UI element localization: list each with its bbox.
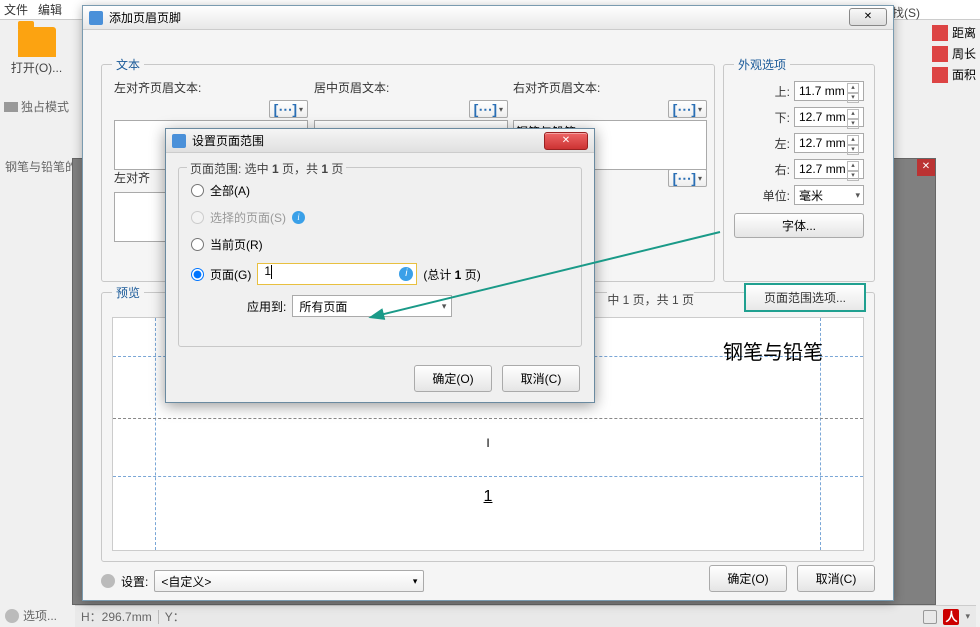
divider bbox=[113, 418, 863, 419]
margin-right-label: 右: bbox=[775, 161, 790, 178]
tool-label: 面积 bbox=[952, 66, 976, 83]
perimeter-icon bbox=[932, 46, 948, 62]
gb-preview-title: 预览 bbox=[112, 284, 144, 301]
gb-appear-title: 外观选项 bbox=[734, 56, 790, 73]
tool-label: 周长 bbox=[952, 45, 976, 62]
appearance-groupbox: 外观选项 上:11.7 mm▴▾ 下:12.7 mm▴▾ 左:12.7 mm▴▾… bbox=[723, 64, 875, 282]
status-height: H：296.7mm bbox=[81, 608, 152, 625]
margin-top-input[interactable]: 11.7 mm▴▾ bbox=[794, 81, 864, 101]
radio-pages-label: 页面(G) bbox=[210, 266, 251, 283]
status-caret[interactable]: ▾ bbox=[965, 611, 970, 622]
preview-right-header: 钢笔与铅笔 bbox=[723, 336, 823, 365]
margin-left-label: 左: bbox=[775, 135, 790, 152]
total-pages-label: (总计 1 页) bbox=[423, 266, 480, 283]
preview-center: I bbox=[486, 436, 489, 450]
guide-vline bbox=[155, 318, 156, 550]
center-header-macro-button[interactable]: [⋯]▾ bbox=[469, 100, 508, 118]
main-ok-button[interactable]: 确定(O) bbox=[709, 565, 787, 592]
adobe-icon[interactable]: 人 bbox=[943, 609, 959, 625]
statusbar: H：296.7mm Y： 人 ▾ bbox=[75, 605, 976, 627]
inner-titlebar[interactable]: 设置页面范围 ✕ bbox=[166, 129, 594, 153]
status-y: Y： bbox=[165, 608, 185, 625]
inner-title: 设置页面范围 bbox=[192, 132, 264, 149]
settings-label: 设置: bbox=[121, 573, 148, 590]
font-button[interactable]: 字体... bbox=[734, 213, 864, 238]
unit-label: 单位: bbox=[763, 187, 790, 204]
settings-preset-select[interactable]: <自定义> bbox=[154, 570, 424, 592]
apply-to-label: 应用到: bbox=[247, 298, 286, 315]
exclusive-mode[interactable]: 独占模式 bbox=[4, 98, 69, 115]
left-header-macro-button[interactable]: [⋯]▾ bbox=[269, 100, 308, 118]
radio-pages[interactable] bbox=[191, 268, 204, 281]
options-label: 选项... bbox=[23, 607, 57, 624]
dialog-titlebar[interactable]: 添加页眉页脚 ✕ bbox=[83, 6, 893, 30]
distance-icon bbox=[932, 25, 948, 41]
right-header-label: 右对齐页眉文本: bbox=[513, 79, 707, 96]
inner-close-button[interactable]: ✕ bbox=[544, 132, 588, 150]
app-icon bbox=[89, 11, 103, 25]
range-title: 页面范围: 选中 1 页，共 1 页 bbox=[187, 160, 346, 177]
tool-perimeter[interactable]: 周长 bbox=[932, 45, 976, 62]
viewport-close[interactable]: ✕ bbox=[917, 159, 935, 176]
page-range-dialog: 设置页面范围 ✕ 页面范围: 选中 1 页，共 1 页 全部(A) 选择的页面(… bbox=[165, 128, 595, 403]
exclusive-label: 独占模式 bbox=[21, 98, 69, 115]
margin-bottom-input[interactable]: 12.7 mm▴▾ bbox=[794, 107, 864, 127]
open-button[interactable]: 打开(O)... bbox=[11, 25, 62, 76]
apply-to-select[interactable]: 所有页面 bbox=[292, 295, 452, 317]
range-groupbox: 页面范围: 选中 1 页，共 1 页 全部(A) 选择的页面(S) i 当前页(… bbox=[178, 167, 582, 347]
gb-text-title: 文本 bbox=[112, 56, 144, 73]
margin-bottom-label: 下: bbox=[775, 109, 790, 126]
open-label: 打开(O)... bbox=[11, 59, 62, 76]
options-link[interactable]: 选项... bbox=[5, 607, 57, 624]
crown-icon bbox=[4, 102, 18, 112]
left-header-label: 左对齐页眉文本: bbox=[114, 79, 308, 96]
center-header-label: 居中页眉文本: bbox=[314, 79, 508, 96]
margin-left-input[interactable]: 12.7 mm▴▾ bbox=[794, 133, 864, 153]
right-header-macro-button[interactable]: [⋯]▾ bbox=[668, 100, 707, 118]
margin-top-label: 上: bbox=[775, 83, 790, 100]
dialog-title: 添加页眉页脚 bbox=[109, 9, 181, 26]
margin-right-input[interactable]: 12.7 mm▴▾ bbox=[794, 159, 864, 179]
menu-file[interactable]: 文件 bbox=[4, 1, 28, 18]
info-icon[interactable]: i bbox=[292, 211, 305, 224]
radio-selected: 选择的页面(S) i bbox=[191, 209, 569, 226]
page-range-input[interactable]: 1i bbox=[257, 263, 417, 285]
folder-open-icon bbox=[18, 27, 56, 57]
tool-area[interactable]: 面积 bbox=[932, 66, 976, 83]
area-icon bbox=[932, 67, 948, 83]
info-icon[interactable]: i bbox=[399, 267, 413, 281]
tool-distance[interactable]: 距离 bbox=[932, 24, 976, 41]
tool-label: 距离 bbox=[952, 24, 976, 41]
radio-all[interactable]: 全部(A) bbox=[191, 182, 569, 199]
unit-select[interactable]: 毫米 bbox=[794, 185, 864, 205]
right-footer-macro-button[interactable]: [⋯]▾ bbox=[668, 169, 707, 187]
preview-page-number: 1 bbox=[484, 488, 493, 506]
dialog-close-button[interactable]: ✕ bbox=[849, 8, 887, 26]
gear-icon bbox=[101, 574, 115, 588]
radio-current[interactable]: 当前页(R) bbox=[191, 236, 569, 253]
inner-cancel-button[interactable]: 取消(C) bbox=[502, 365, 580, 392]
right-tools: 距离 周长 面积 bbox=[932, 24, 976, 83]
inner-ok-button[interactable]: 确定(O) bbox=[414, 365, 492, 392]
menu-edit[interactable]: 编辑 bbox=[38, 1, 62, 18]
guide-hline bbox=[113, 476, 863, 477]
gear-icon bbox=[5, 609, 19, 623]
app-icon bbox=[172, 134, 186, 148]
preview-pageinfo: 中 1 页，共 1 页 bbox=[607, 291, 694, 308]
main-cancel-button[interactable]: 取消(C) bbox=[797, 565, 875, 592]
page-range-options-button[interactable]: 页面范围选项... bbox=[744, 283, 866, 312]
status-dropdown[interactable] bbox=[923, 610, 937, 624]
document-tab[interactable]: 钢笔与铅笔的 bbox=[5, 158, 77, 175]
